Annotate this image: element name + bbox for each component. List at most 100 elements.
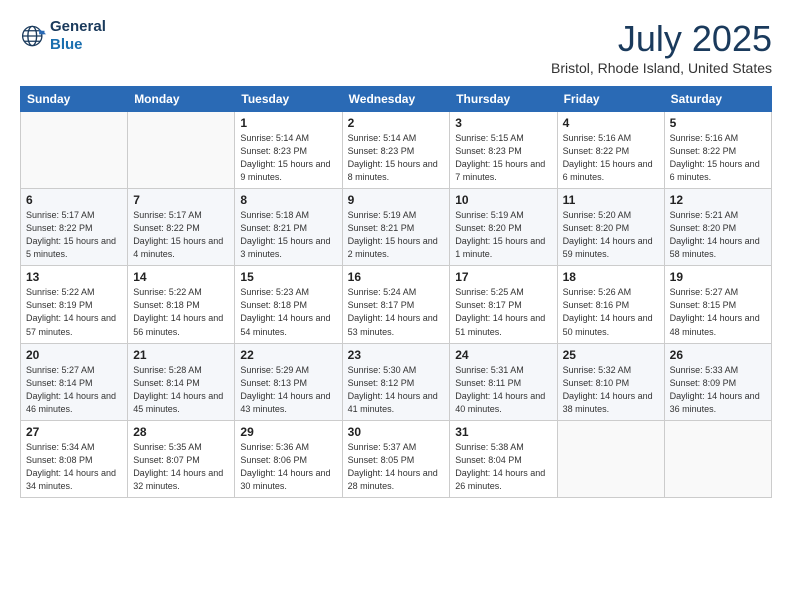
day-info: Sunrise: 5:27 AMSunset: 8:14 PMDaylight:… (26, 364, 122, 416)
calendar-cell: 18 Sunrise: 5:26 AMSunset: 8:16 PMDayligh… (557, 266, 664, 343)
calendar-cell: 31Sunrise: 5:38 AMSunset: 8:04 PMDayligh… (450, 420, 557, 497)
calendar-cell: 11Sunrise: 5:20 AMSunset: 8:20 PMDayligh… (557, 189, 664, 266)
calendar-cell: 8 Sunrise: 5:18 AMSunset: 8:21 PMDaylight… (235, 189, 342, 266)
logo-icon (20, 22, 48, 50)
day-info: Sunrise: 5:14 AMSunset: 8:23 PMDaylight:… (348, 132, 445, 184)
day-info: Sunrise: 5:17 AMSunset: 8:22 PMDaylight:… (26, 209, 122, 261)
calendar-cell: 23Sunrise: 5:30 AMSunset: 8:12 PMDayligh… (342, 343, 450, 420)
calendar-cell: 12 Sunrise: 5:21 AMSunset: 8:20 PMDayligh… (664, 189, 771, 266)
calendar-cell: 3 Sunrise: 5:15 AMSunset: 8:23 PMDaylight… (450, 112, 557, 189)
day-number: 3 (455, 116, 551, 130)
calendar-cell: 10 Sunrise: 5:19 AMSunset: 8:20 PMDayligh… (450, 189, 557, 266)
calendar-cell: 27Sunrise: 5:34 AMSunset: 8:08 PMDayligh… (21, 420, 128, 497)
day-info: Sunrise: 5:25 AMSunset: 8:17 PMDaylight:… (455, 286, 551, 338)
calendar-cell: 25 Sunrise: 5:32 AMSunset: 8:10 PMDayligh… (557, 343, 664, 420)
calendar-cell: 30 Sunrise: 5:37 AMSunset: 8:05 PMDayligh… (342, 420, 450, 497)
calendar-week-row: 27Sunrise: 5:34 AMSunset: 8:08 PMDayligh… (21, 420, 772, 497)
day-number: 8 (240, 193, 336, 207)
calendar-cell (664, 420, 771, 497)
calendar-cell: 6 Sunrise: 5:17 AMSunset: 8:22 PMDaylight… (21, 189, 128, 266)
calendar-cell: 4 Sunrise: 5:16 AMSunset: 8:22 PMDaylight… (557, 112, 664, 189)
calendar-week-row: 13 Sunrise: 5:22 AMSunset: 8:19 PMDayligh… (21, 266, 772, 343)
calendar-cell: 2 Sunrise: 5:14 AMSunset: 8:23 PMDaylight… (342, 112, 450, 189)
day-number: 19 (670, 270, 766, 284)
calendar-cell: 28Sunrise: 5:35 AMSunset: 8:07 PMDayligh… (128, 420, 235, 497)
calendar-cell: 29 Sunrise: 5:36 AMSunset: 8:06 PMDayligh… (235, 420, 342, 497)
day-number: 17 (455, 270, 551, 284)
calendar-header-sunday: Sunday (21, 87, 128, 112)
day-number: 16 (348, 270, 445, 284)
day-number: 27 (26, 425, 122, 439)
day-number: 22 (240, 348, 336, 362)
calendar-table: SundayMondayTuesdayWednesdayThursdayFrid… (20, 86, 772, 498)
calendar-cell: 5 Sunrise: 5:16 AMSunset: 8:22 PMDaylight… (664, 112, 771, 189)
day-info: Sunrise: 5:37 AMSunset: 8:05 PMDaylight:… (348, 441, 445, 493)
day-info: Sunrise: 5:33 AMSunset: 8:09 PMDaylight:… (670, 364, 766, 416)
day-info: Sunrise: 5:35 AMSunset: 8:07 PMDaylight:… (133, 441, 229, 493)
day-number: 6 (26, 193, 122, 207)
calendar-cell: 17 Sunrise: 5:25 AMSunset: 8:17 PMDayligh… (450, 266, 557, 343)
day-number: 15 (240, 270, 336, 284)
day-number: 25 (563, 348, 659, 362)
subtitle: Bristol, Rhode Island, United States (551, 60, 772, 76)
calendar-cell: 16Sunrise: 5:24 AMSunset: 8:17 PMDayligh… (342, 266, 450, 343)
calendar-cell: 1 Sunrise: 5:14 AMSunset: 8:23 PMDaylight… (235, 112, 342, 189)
calendar-header-thursday: Thursday (450, 87, 557, 112)
day-info: Sunrise: 5:22 AMSunset: 8:19 PMDaylight:… (26, 286, 122, 338)
day-number: 26 (670, 348, 766, 362)
calendar-cell: 14 Sunrise: 5:22 AMSunset: 8:18 PMDayligh… (128, 266, 235, 343)
calendar-cell (557, 420, 664, 497)
day-number: 13 (26, 270, 122, 284)
calendar-cell (21, 112, 128, 189)
calendar-header-saturday: Saturday (664, 87, 771, 112)
day-number: 18 (563, 270, 659, 284)
calendar-header-wednesday: Wednesday (342, 87, 450, 112)
day-number: 29 (240, 425, 336, 439)
main-title: July 2025 (551, 18, 772, 60)
day-number: 7 (133, 193, 229, 207)
calendar-cell: 21 Sunrise: 5:28 AMSunset: 8:14 PMDayligh… (128, 343, 235, 420)
day-number: 14 (133, 270, 229, 284)
calendar-header-monday: Monday (128, 87, 235, 112)
logo-line2: Blue (50, 36, 83, 53)
day-number: 4 (563, 116, 659, 130)
day-info: Sunrise: 5:31 AMSunset: 8:11 PMDaylight:… (455, 364, 551, 416)
day-info: Sunrise: 5:17 AMSunset: 8:22 PMDaylight:… (133, 209, 229, 261)
calendar-cell (128, 112, 235, 189)
day-info: Sunrise: 5:22 AMSunset: 8:18 PMDaylight:… (133, 286, 229, 338)
page: General Blue July 2025 Bristol, Rhode Is… (0, 0, 792, 612)
day-number: 2 (348, 116, 445, 130)
calendar-week-row: 1 Sunrise: 5:14 AMSunset: 8:23 PMDaylight… (21, 112, 772, 189)
day-info: Sunrise: 5:32 AMSunset: 8:10 PMDaylight:… (563, 364, 659, 416)
day-number: 31 (455, 425, 551, 439)
day-number: 20 (26, 348, 122, 362)
calendar-header-tuesday: Tuesday (235, 87, 342, 112)
logo-line1: General (50, 18, 106, 35)
day-info: Sunrise: 5:28 AMSunset: 8:14 PMDaylight:… (133, 364, 229, 416)
day-info: Sunrise: 5:21 AMSunset: 8:20 PMDaylight:… (670, 209, 766, 261)
day-info: Sunrise: 5:36 AMSunset: 8:06 PMDaylight:… (240, 441, 336, 493)
day-info: Sunrise: 5:15 AMSunset: 8:23 PMDaylight:… (455, 132, 551, 184)
calendar-cell: 15 Sunrise: 5:23 AMSunset: 8:18 PMDayligh… (235, 266, 342, 343)
day-info: Sunrise: 5:27 AMSunset: 8:15 PMDaylight:… (670, 286, 766, 338)
day-info: Sunrise: 5:29 AMSunset: 8:13 PMDaylight:… (240, 364, 336, 416)
calendar-week-row: 6 Sunrise: 5:17 AMSunset: 8:22 PMDaylight… (21, 189, 772, 266)
day-info: Sunrise: 5:19 AMSunset: 8:20 PMDaylight:… (455, 209, 551, 261)
day-info: Sunrise: 5:16 AMSunset: 8:22 PMDaylight:… (563, 132, 659, 184)
day-number: 12 (670, 193, 766, 207)
day-number: 30 (348, 425, 445, 439)
day-number: 10 (455, 193, 551, 207)
day-info: Sunrise: 5:19 AMSunset: 8:21 PMDaylight:… (348, 209, 445, 261)
logo: General Blue (20, 18, 106, 54)
day-number: 24 (455, 348, 551, 362)
day-info: Sunrise: 5:16 AMSunset: 8:22 PMDaylight:… (670, 132, 766, 184)
day-number: 1 (240, 116, 336, 130)
day-number: 5 (670, 116, 766, 130)
day-info: Sunrise: 5:26 AMSunset: 8:16 PMDaylight:… (563, 286, 659, 338)
day-info: Sunrise: 5:23 AMSunset: 8:18 PMDaylight:… (240, 286, 336, 338)
calendar-cell: 9Sunrise: 5:19 AMSunset: 8:21 PMDaylight… (342, 189, 450, 266)
day-number: 21 (133, 348, 229, 362)
day-info: Sunrise: 5:14 AMSunset: 8:23 PMDaylight:… (240, 132, 336, 184)
calendar-cell: 26 Sunrise: 5:33 AMSunset: 8:09 PMDayligh… (664, 343, 771, 420)
day-info: Sunrise: 5:18 AMSunset: 8:21 PMDaylight:… (240, 209, 336, 261)
